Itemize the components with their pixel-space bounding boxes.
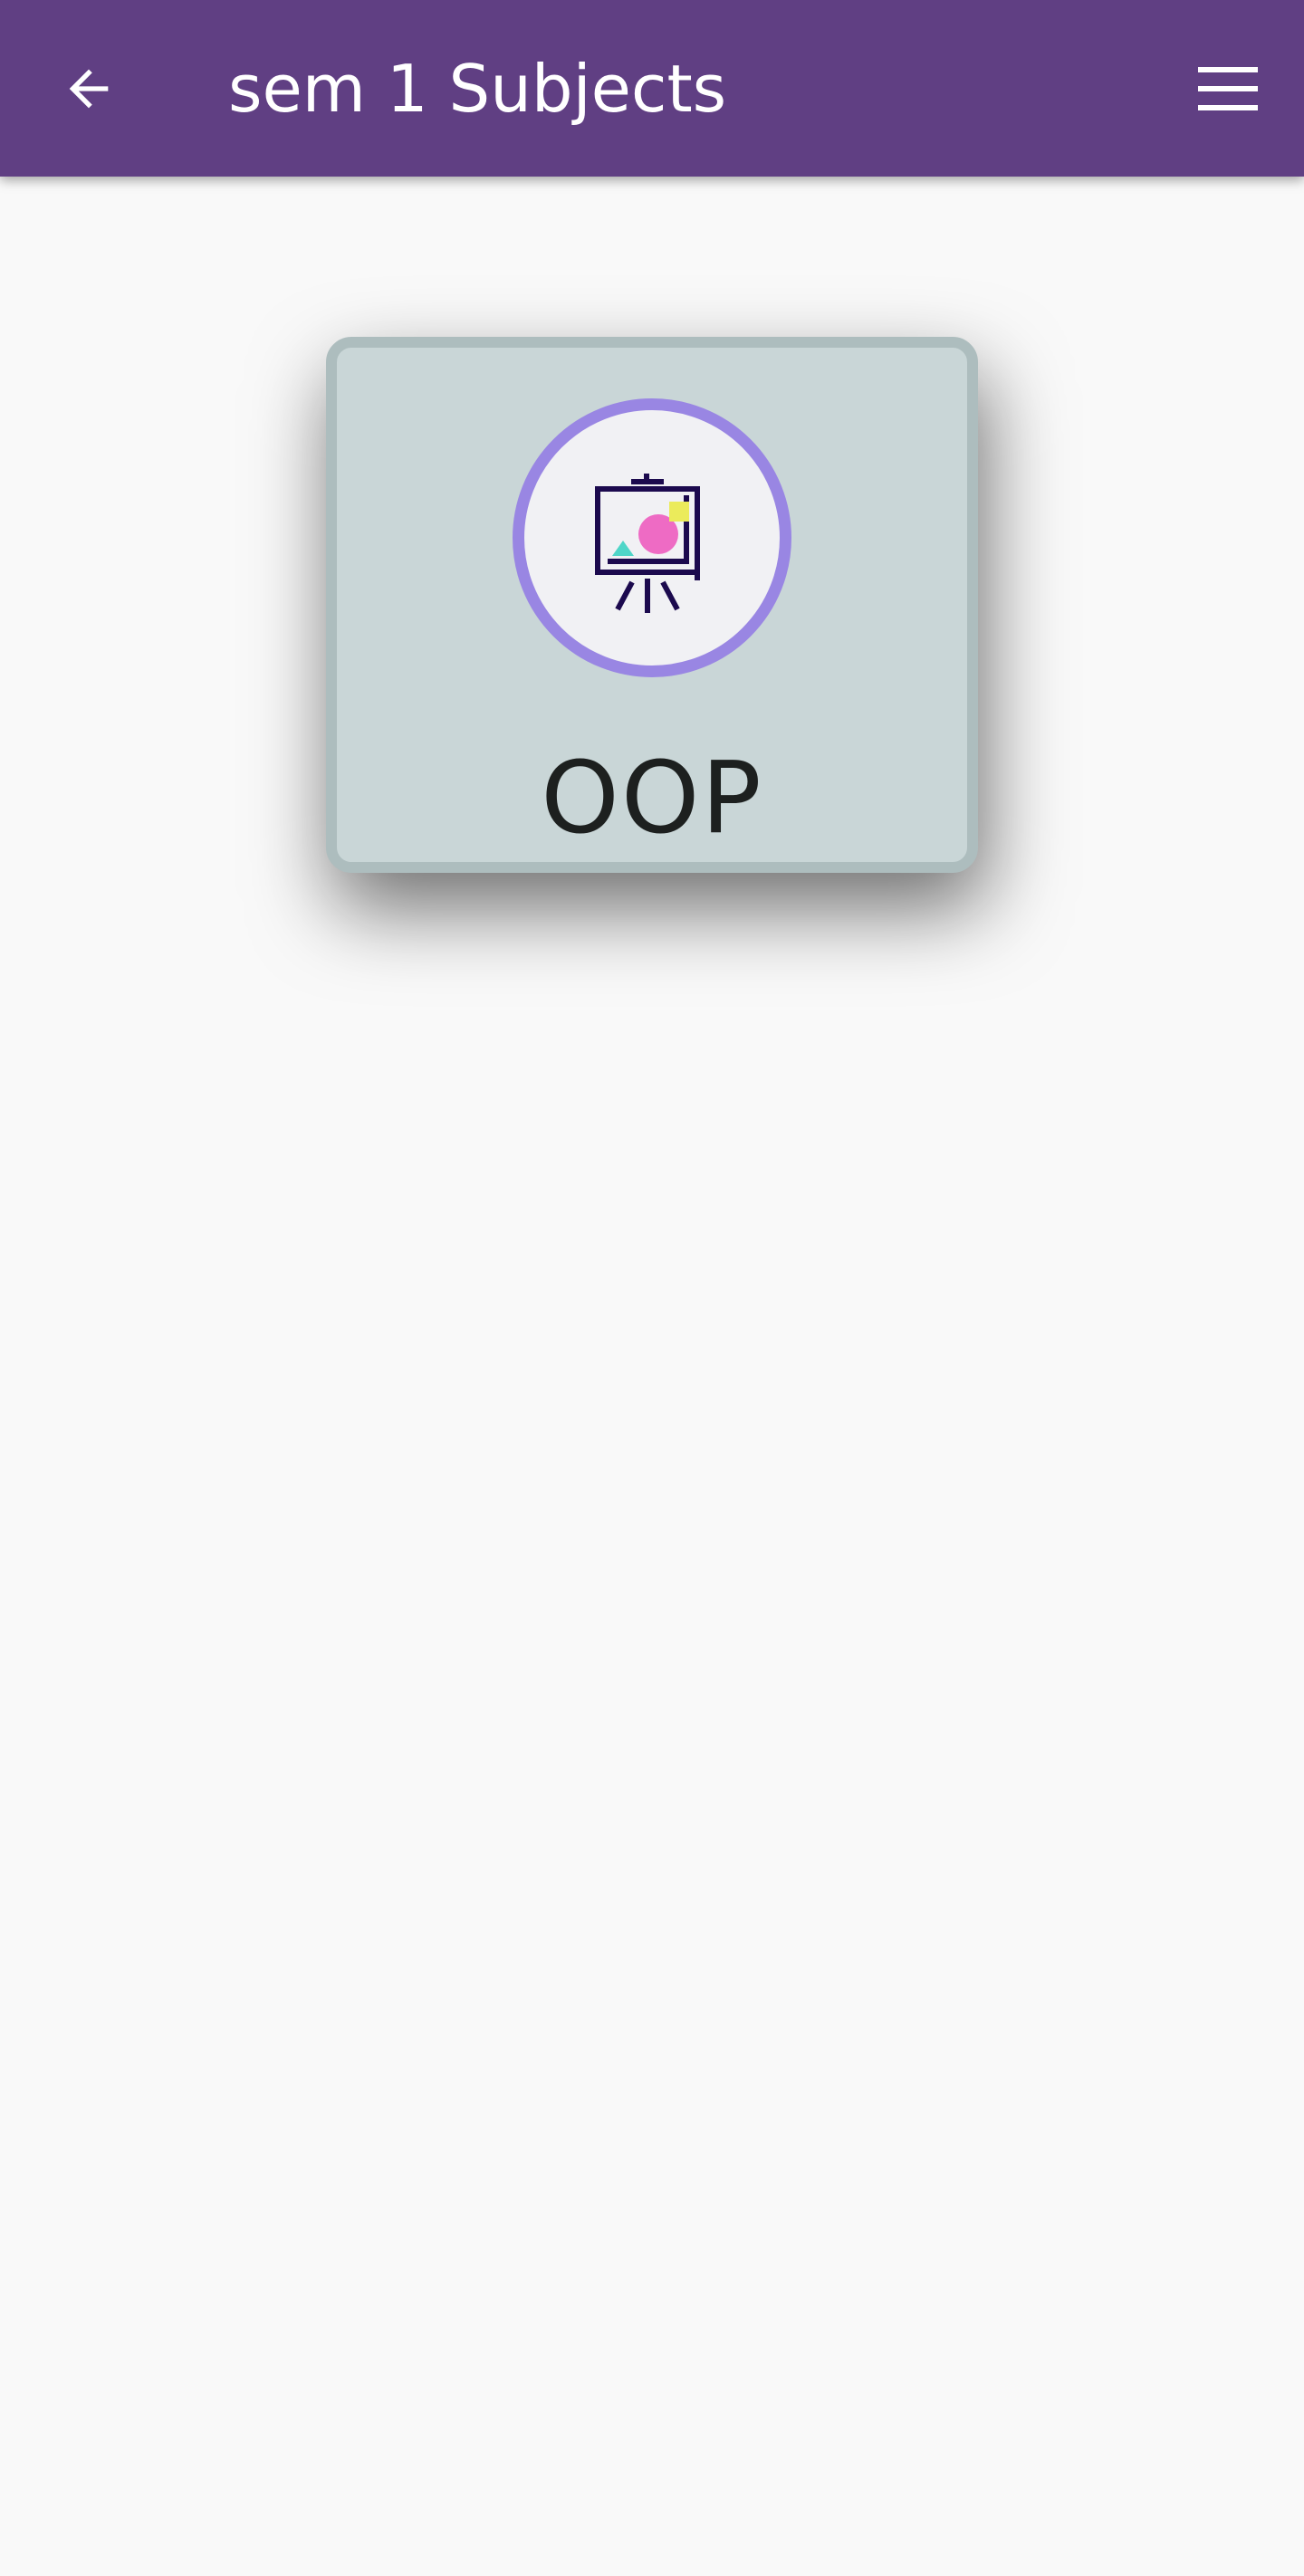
page-title: sem 1 Subjects [228,51,727,127]
app-bar: sem 1 Subjects [0,0,1304,177]
menu-button[interactable] [1183,47,1273,130]
presentation-easel-icon [595,474,700,613]
subject-card-oop[interactable]: OOP [326,337,978,873]
subject-label: OOP [541,740,763,856]
hamburger-menu-icon [1198,67,1258,110]
subject-icon-badge [513,398,791,677]
back-button[interactable] [42,47,136,130]
arrow-left-icon [69,69,109,109]
